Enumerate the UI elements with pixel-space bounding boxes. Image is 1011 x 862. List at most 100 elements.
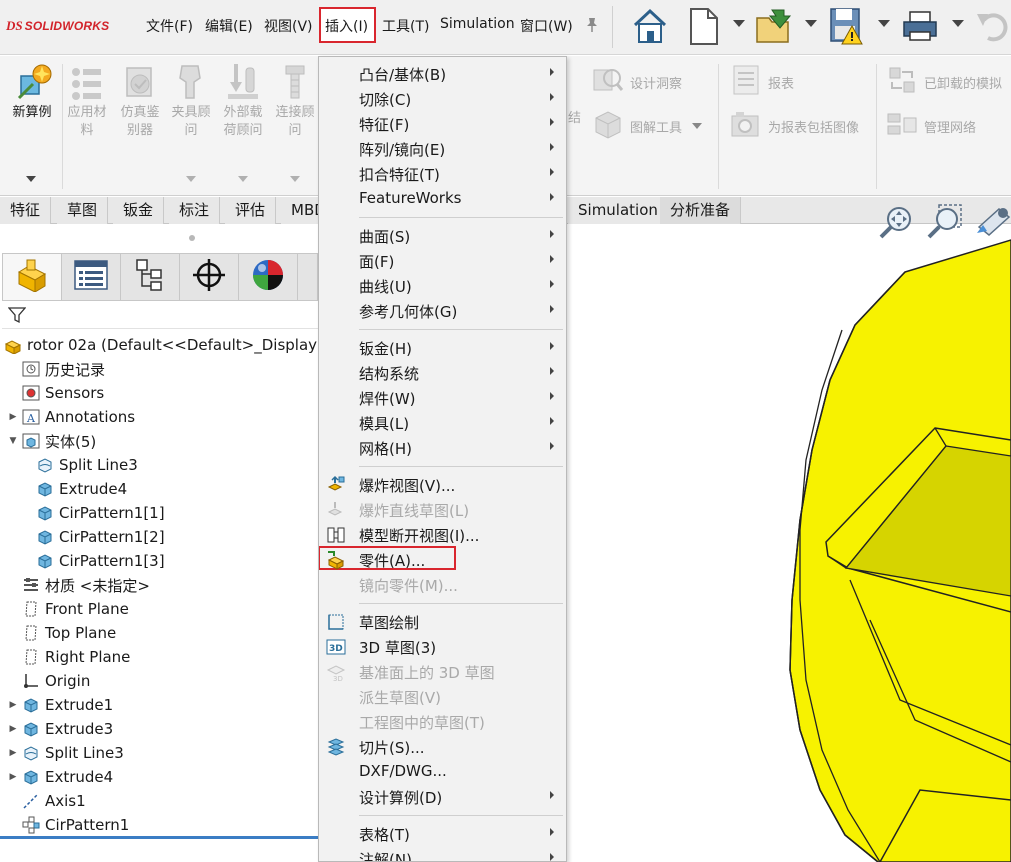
design-insight-button[interactable]: 设计洞察 xyxy=(592,64,682,100)
expand-arrow-icon[interactable]: ▶ xyxy=(8,772,18,782)
new-study-dropdown[interactable] xyxy=(26,176,36,182)
previous-view-icon[interactable] xyxy=(973,203,1011,241)
tree-item[interactable]: Origin xyxy=(8,669,90,693)
insert-menu-item[interactable]: 3D 3D 草图(3) xyxy=(319,634,566,659)
tab-sheet-metal[interactable]: 钣金 xyxy=(113,197,165,224)
tree-item[interactable]: Split Line3 xyxy=(36,453,138,477)
print-icon[interactable] xyxy=(900,6,940,46)
configuration-manager-tab[interactable] xyxy=(121,254,180,300)
external-loads-button[interactable]: 外部载 荷顾问 xyxy=(220,62,266,140)
filter-icon[interactable] xyxy=(7,306,27,328)
tree-item[interactable]: CirPattern1[3] xyxy=(36,549,165,573)
insert-menu-item[interactable]: 爆炸视图(V)... xyxy=(319,472,566,497)
collapse-arrow-icon[interactable]: ▼ xyxy=(8,436,18,446)
panel-splitter-grip[interactable] xyxy=(189,235,195,241)
tree-item[interactable]: ▶ A Annotations xyxy=(8,405,136,429)
tab-sketch[interactable]: 草图 xyxy=(57,197,109,224)
dimxpert-tab[interactable] xyxy=(180,254,239,300)
unloaded-simulations-button[interactable]: 已卸载的模拟 xyxy=(886,64,1002,100)
tree-item[interactable]: ▶ Extrude1 xyxy=(8,693,114,717)
insert-menu-item[interactable]: 特征(F) xyxy=(319,111,566,136)
open-dropdown-arrow[interactable] xyxy=(805,20,817,27)
plot-tools-dropdown[interactable] xyxy=(692,123,703,129)
menu-file[interactable]: 文件(F) xyxy=(146,16,193,36)
new-document-icon[interactable] xyxy=(684,6,724,46)
tree-item[interactable]: Axis1 xyxy=(8,789,86,813)
tab-evaluate[interactable]: 评估 xyxy=(225,197,277,224)
save-dropdown-arrow[interactable] xyxy=(878,20,890,27)
open-icon[interactable] xyxy=(754,6,794,46)
tree-item[interactable]: Front Plane xyxy=(8,597,129,621)
menu-view[interactable]: 视图(V) xyxy=(264,16,313,36)
insert-menu-item[interactable]: 模具(L) xyxy=(319,410,566,435)
insert-menu-item[interactable]: 注解(N) xyxy=(319,846,566,861)
manage-network-button[interactable]: 管理网络 xyxy=(886,108,976,144)
tree-filter-row[interactable] xyxy=(2,301,318,329)
tree-item[interactable]: CirPattern1 xyxy=(8,813,129,837)
new-study-button[interactable]: 新算例 xyxy=(8,62,56,122)
tree-root-part[interactable]: rotor 02a (Default<<Default>_Display S xyxy=(4,333,331,357)
insert-menu-item[interactable]: FeatureWorks xyxy=(319,186,566,211)
apply-material-button[interactable]: 应用材 料 xyxy=(64,62,110,140)
save-icon[interactable] xyxy=(828,6,868,46)
connections-dropdown[interactable] xyxy=(290,176,300,182)
tree-item[interactable]: ▶ Extrude3 xyxy=(8,717,114,741)
insert-menu-item[interactable]: 结构系统 xyxy=(319,360,566,385)
insert-menu-item[interactable]: 设计算例(D) xyxy=(319,784,566,809)
insert-menu-item[interactable]: 草图绘制 xyxy=(319,609,566,634)
tab-analysis-preparation[interactable]: 分析准备 xyxy=(660,197,742,224)
insert-menu-item[interactable]: 曲面(S) xyxy=(319,223,566,248)
report-button[interactable]: 报表 xyxy=(730,64,794,100)
tree-item[interactable]: CirPattern1[2] xyxy=(36,525,165,549)
undo-icon[interactable] xyxy=(974,6,1011,46)
solidworks-logo[interactable]: DS SOLIDWORKS xyxy=(6,14,109,38)
insert-menu-item[interactable]: DXF/DWG... xyxy=(319,759,566,784)
insert-menu-item[interactable]: 切除(C) xyxy=(319,86,566,111)
insert-menu-item[interactable]: 切片(S)... xyxy=(319,734,566,759)
tree-item[interactable]: CirPattern1[1] xyxy=(36,501,165,525)
tab-features[interactable]: 特征 xyxy=(0,197,52,224)
home-icon[interactable] xyxy=(630,6,670,46)
menu-edit[interactable]: 编辑(E) xyxy=(205,16,253,36)
insert-menu-item[interactable]: 表格(T) xyxy=(319,821,566,846)
insert-menu-item[interactable]: 凸台/基体(B) xyxy=(319,61,566,86)
insert-menu-item[interactable]: 参考几何体(G) xyxy=(319,298,566,323)
tree-item[interactable]: 材质 <未指定> xyxy=(8,573,150,597)
new-dropdown-arrow[interactable] xyxy=(733,20,745,27)
menu-window[interactable]: 窗口(W) xyxy=(520,16,573,36)
plot-tools-button[interactable]: 图解工具 xyxy=(592,108,703,144)
print-dropdown-arrow[interactable] xyxy=(952,20,964,27)
connections-advisor-button[interactable]: 连接顾 问 xyxy=(272,62,318,140)
insert-menu-item[interactable]: 零件(A)... xyxy=(319,547,566,572)
menu-insert[interactable]: 插入(I) xyxy=(325,16,368,36)
fixture-advisor-dropdown[interactable] xyxy=(186,176,196,182)
zoom-to-area-icon[interactable] xyxy=(925,203,965,241)
expand-arrow-icon[interactable]: ▶ xyxy=(8,748,18,758)
insert-menu-item[interactable]: 模型断开视图(I)... xyxy=(319,522,566,547)
tree-item[interactable]: Top Plane xyxy=(8,621,116,645)
tree-item[interactable]: Extrude4 xyxy=(36,477,127,501)
display-manager-tab[interactable] xyxy=(239,254,298,300)
include-image-button[interactable]: 为报表包括图像 xyxy=(730,108,859,144)
tab-simulation[interactable]: Simulation xyxy=(568,197,669,224)
expand-arrow-icon[interactable]: ▶ xyxy=(8,724,18,734)
expand-arrow-icon[interactable]: ▶ xyxy=(8,700,18,710)
insert-menu-item[interactable]: 钣金(H) xyxy=(319,335,566,360)
tree-item[interactable]: ▼ 实体(5) xyxy=(8,429,97,453)
insert-menu-item[interactable]: 阵列/镜向(E) xyxy=(319,136,566,161)
tree-item[interactable]: Sensors xyxy=(8,381,104,405)
pin-icon[interactable] xyxy=(585,17,599,37)
tree-item[interactable]: 历史记录 xyxy=(8,357,105,381)
external-loads-dropdown[interactable] xyxy=(238,176,248,182)
tree-item[interactable]: ▶ Split Line3 xyxy=(8,741,124,765)
insert-menu-item[interactable]: 扣合特征(T) xyxy=(319,161,566,186)
menu-tools[interactable]: 工具(T) xyxy=(382,16,429,36)
tree-item[interactable]: ▶ Extrude4 xyxy=(8,765,114,789)
insert-menu-item[interactable]: 网格(H) xyxy=(319,435,566,460)
simulation-advisor-button[interactable]: 仿真鉴 别器 xyxy=(116,62,164,140)
insert-menu-item[interactable]: 面(F) xyxy=(319,248,566,273)
property-manager-tab[interactable] xyxy=(62,254,121,300)
feature-tree-tab[interactable] xyxy=(3,254,62,300)
expand-arrow-icon[interactable]: ▶ xyxy=(8,412,18,422)
fixture-advisor-button[interactable]: 夹具顾 问 xyxy=(168,62,214,140)
